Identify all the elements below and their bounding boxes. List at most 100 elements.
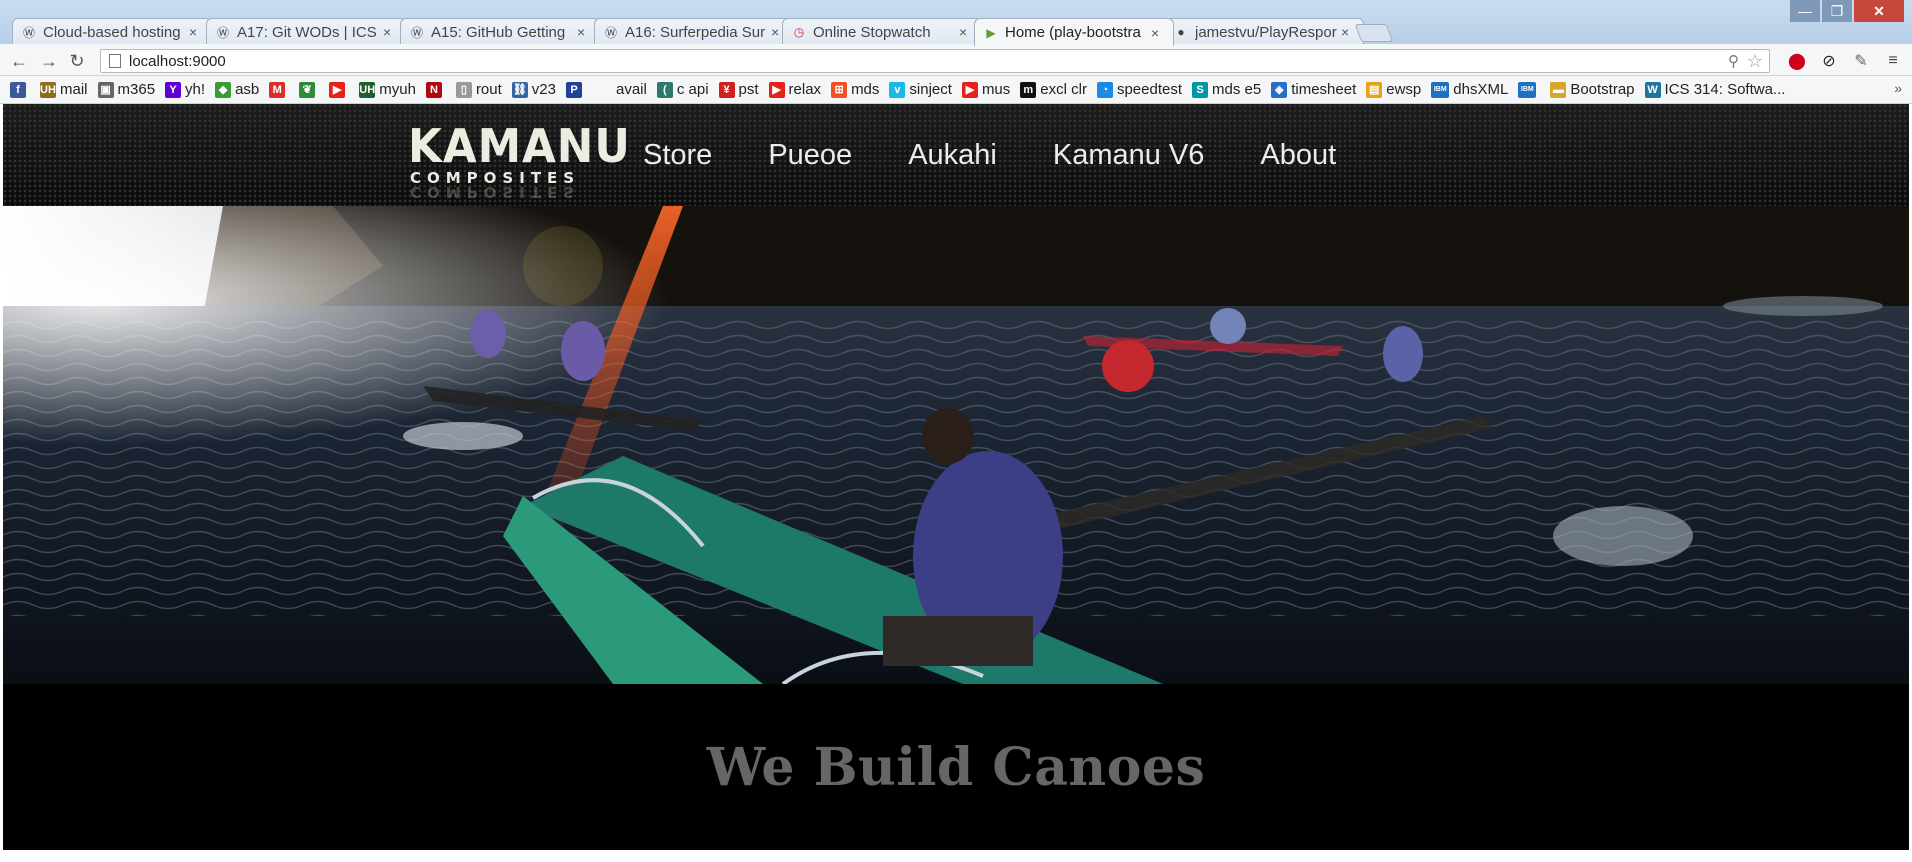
- reload-icon[interactable]: ↻: [66, 50, 88, 72]
- bookmark-item[interactable]: ❦: [299, 81, 319, 98]
- bookmark-item[interactable]: Smds e5: [1192, 81, 1261, 98]
- bookmark-item[interactable]: v sinject: [889, 81, 952, 98]
- bookmark-item[interactable]: f: [10, 81, 30, 98]
- bookmark-label: myuh: [379, 81, 416, 98]
- bookmark-label: dhsXML: [1453, 81, 1509, 98]
- zoom-icon[interactable]: ⚲: [1728, 52, 1739, 70]
- bookmark-item[interactable]: ◔ speedtest: [1096, 81, 1182, 98]
- stopwatch-icon: ◷: [793, 25, 805, 39]
- youtube-icon: ▶: [329, 81, 346, 98]
- asb-icon: ◆: [215, 81, 232, 98]
- blank-icon: [596, 82, 612, 98]
- close-icon[interactable]: ×: [1341, 24, 1355, 40]
- bookmark-item[interactable]: W ICS 314: Softwa...: [1644, 81, 1785, 98]
- back-icon[interactable]: ←: [8, 50, 30, 72]
- bookmark-item[interactable]: M: [269, 81, 289, 98]
- bookmark-item[interactable]: ▶: [329, 81, 349, 98]
- bookmark-item[interactable]: Yyh!: [165, 81, 205, 98]
- bookmark-star-icon[interactable]: ☆: [1747, 51, 1763, 72]
- uh-icon: UH: [40, 81, 56, 98]
- tab-git-wods[interactable]: Ⓦ A17: Git WODs | ICS ×: [206, 18, 406, 45]
- bookmark-item[interactable]: ▤ ewsp: [1366, 81, 1421, 98]
- bookmark-item[interactable]: ▯ rout: [455, 81, 502, 98]
- maximize-icon[interactable]: ❐: [1822, 0, 1852, 22]
- bookmark-item[interactable]: ⊞ mds: [831, 81, 879, 98]
- bookmark-item[interactable]: ⛓ v23: [511, 81, 556, 98]
- tab-label: Cloud-based hosting: [43, 23, 181, 41]
- bookmark-item[interactable]: N: [425, 81, 446, 98]
- tab-strip: Ⓦ Cloud-based hosting × Ⓦ A17: Git WODs …: [0, 0, 1912, 46]
- bookmark-item[interactable]: IBM dhsXML: [1431, 81, 1508, 98]
- page-headline: We Build Canoes: [706, 736, 1206, 798]
- close-icon[interactable]: ×: [1151, 25, 1165, 41]
- gmail-icon: M: [269, 81, 286, 98]
- nav-kamanu-v6[interactable]: Kamanu V6: [1053, 138, 1205, 172]
- bookmark-label: relax: [788, 81, 822, 98]
- bookmark-item[interactable]: ▶ mus: [961, 81, 1011, 98]
- bookmark-item[interactable]: P: [565, 81, 586, 98]
- bookmark-label: avail: [615, 81, 647, 98]
- new-tab-button[interactable]: [1354, 24, 1394, 42]
- bookmark-label: mds: [851, 81, 880, 98]
- nav-about[interactable]: About: [1260, 138, 1336, 172]
- bookmark-item[interactable]: UH mail: [40, 81, 88, 98]
- ibm-icon: IBM: [1431, 81, 1450, 98]
- hero-image: [3, 206, 1909, 684]
- network-icon: ⛓: [511, 81, 528, 98]
- play-icon: ▶: [986, 25, 996, 40]
- menu-icon[interactable]: ≡: [1882, 50, 1904, 72]
- forward-icon[interactable]: →: [38, 50, 60, 72]
- close-icon[interactable]: ×: [959, 24, 973, 40]
- tab-online-stopwatch[interactable]: ◷ Online Stopwatch ×: [782, 18, 982, 45]
- nav-aukahi[interactable]: Aukahi: [908, 138, 997, 172]
- nav-pueoe[interactable]: Pueoe: [768, 138, 852, 172]
- wrench-icon[interactable]: ✎: [1850, 50, 1872, 72]
- address-bar[interactable]: localhost:9000 ⚲ ☆: [100, 49, 1770, 73]
- bookmark-label: Bootstrap: [1570, 81, 1635, 98]
- bookmark-label: mus: [981, 81, 1011, 98]
- tab-cloud-hosting[interactable]: Ⓦ Cloud-based hosting ×: [12, 18, 212, 45]
- bookmark-item[interactable]: ▣ m365: [97, 81, 156, 98]
- close-icon[interactable]: ×: [577, 24, 591, 40]
- bookmark-label: mail: [60, 81, 88, 98]
- m365-icon: ▣: [97, 81, 114, 98]
- close-window-icon[interactable]: ✕: [1854, 0, 1904, 22]
- bookmark-label: c api: [676, 81, 709, 98]
- web-page: KAMANU COMPOSITES COMPOSITES Store Pueoe…: [3, 104, 1909, 850]
- bookmark-label: v23: [531, 81, 556, 98]
- ghostery-icon[interactable]: ⊘: [1818, 50, 1840, 72]
- bookmark-item[interactable]: ◆ asb: [215, 81, 259, 98]
- tagline-section: We Build Canoes: [3, 684, 1909, 850]
- adblock-icon[interactable]: ⬤: [1786, 50, 1808, 72]
- bookmark-item[interactable]: ◈ timesheet: [1271, 81, 1356, 98]
- close-icon[interactable]: ×: [189, 24, 203, 40]
- tab-github-playresponsive[interactable]: ● jamestvu/PlayRespor ×: [1164, 18, 1364, 45]
- nav-store[interactable]: Store: [643, 138, 712, 172]
- bookmark-item[interactable]: (c api: [656, 81, 709, 98]
- bookmark-label: speedtest: [1116, 81, 1182, 98]
- tab-surferpedia[interactable]: Ⓦ A16: Surferpedia Sur ×: [594, 18, 794, 45]
- bookmark-item[interactable]: m excl clr: [1020, 81, 1087, 98]
- bookmark-item[interactable]: UH myuh: [359, 81, 416, 98]
- bookmark-item[interactable]: ▬ Bootstrap: [1550, 81, 1635, 98]
- ewsp-icon: ▤: [1366, 81, 1383, 98]
- logo-reflection: COMPOSITES: [410, 183, 581, 201]
- minimize-icon[interactable]: —: [1790, 0, 1820, 22]
- tab-github-getting[interactable]: Ⓦ A15: GitHub Getting ×: [400, 18, 600, 45]
- kamanu-logo[interactable]: KAMANU COMPOSITES COMPOSITES: [408, 122, 630, 201]
- github-icon: ●: [1177, 25, 1185, 39]
- browser-toolbar: ← → ↻ localhost:9000 ⚲ ☆ ⬤ ⊘ ✎ ≡: [0, 44, 1912, 76]
- netflix-icon: N: [425, 81, 442, 98]
- tab-label: jamestvu/PlayRespor: [1195, 23, 1337, 41]
- bookmark-label: m365: [117, 81, 156, 98]
- tab-label: Online Stopwatch: [813, 23, 931, 41]
- chevron-right-icon[interactable]: »: [1894, 80, 1902, 96]
- bookmark-item[interactable]: ¥ pst: [718, 81, 759, 98]
- youtube-icon: ▶: [961, 81, 978, 98]
- leaf-icon: ❦: [299, 81, 316, 98]
- bookmark-item[interactable]: ▶ relax: [768, 81, 822, 98]
- close-icon[interactable]: ×: [383, 24, 397, 40]
- bookmark-item[interactable]: avail: [596, 81, 647, 98]
- tab-home-play-bootstrap[interactable]: ▶ Home (play-bootstra ×: [974, 18, 1174, 46]
- bookmark-item[interactable]: IBM: [1518, 81, 1540, 98]
